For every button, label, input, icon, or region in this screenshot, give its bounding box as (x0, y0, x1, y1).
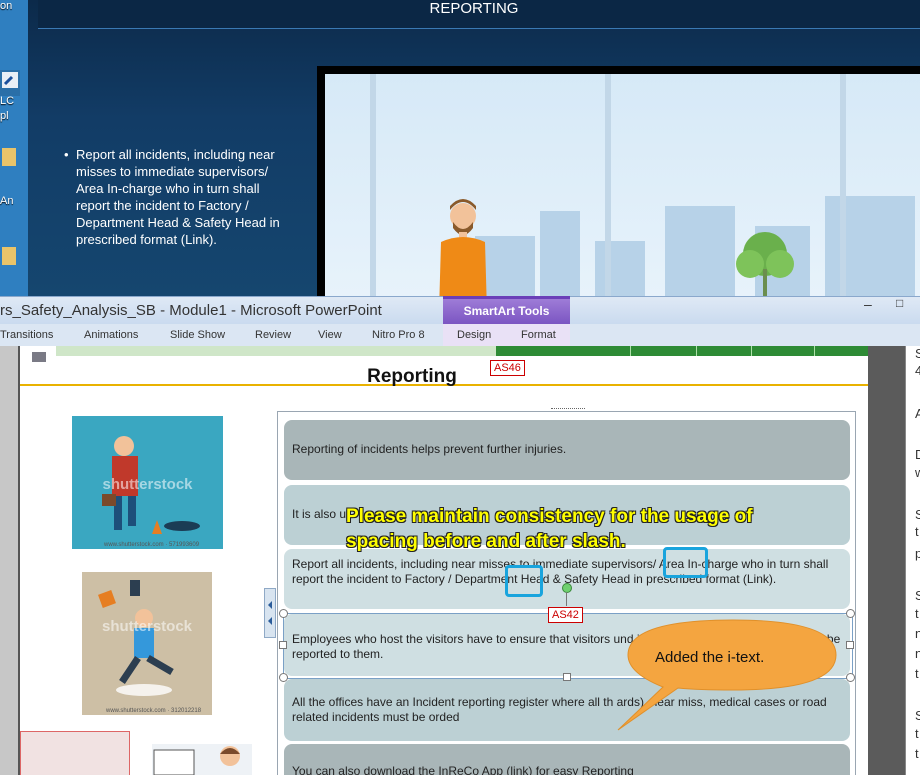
plant-illustration (736, 232, 794, 296)
notes-letter: S (915, 588, 920, 603)
notes-letter: t (915, 524, 919, 539)
desktop-label: on (0, 0, 13, 12)
notes-letter: n (915, 626, 920, 641)
resize-handle[interactable] (846, 673, 855, 682)
notes-letter: p (915, 546, 920, 561)
notes-letter: w (915, 465, 920, 480)
desktop-label: LC (0, 95, 15, 107)
minimize-button[interactable]: – (864, 296, 872, 312)
bullet-dot-icon: • (64, 147, 69, 162)
box-text: Reporting of incidents helps prevent fur… (292, 442, 567, 456)
notes-letter: D (915, 447, 920, 462)
slide-nav-bar (496, 346, 868, 356)
maximize-button[interactable]: □ (896, 296, 903, 310)
notes-letter: t (915, 746, 919, 761)
tab-view[interactable]: View (318, 329, 342, 341)
smartart-box-3[interactable]: Report all incidents, including near mis… (284, 549, 850, 609)
image-watermark: shutterstock (101, 618, 193, 635)
notes-letter: t (915, 726, 919, 741)
resize-handle[interactable] (279, 609, 288, 618)
smartart-box-1[interactable]: Reporting of incidents helps prevent fur… (284, 420, 850, 480)
notes-letter: 4 (915, 363, 920, 378)
window-title: rs_Safety_Analysis_SB - Module1 - Micros… (0, 302, 382, 319)
text-pane-toggle[interactable] (264, 588, 276, 638)
desk-illustration-image (152, 744, 252, 775)
fall-illustration-image[interactable]: shutterstock www.shutterstock.com · 3120… (82, 572, 212, 715)
tab-nitro-pro[interactable]: Nitro Pro 8 (372, 329, 425, 341)
slide-heading[interactable]: Reporting (20, 366, 804, 388)
window-controls: – □ (860, 296, 920, 318)
slide-title: REPORTING (429, 0, 519, 17)
desktop-label: pl (0, 110, 9, 122)
notes-letter: n (915, 646, 920, 661)
slide-bullet-text: Report all incidents, including near mis… (76, 147, 280, 247)
review-comment-line: spacing before and after slash. (346, 531, 626, 552)
image-watermark: shutterstock (102, 476, 193, 493)
tab-slide-show[interactable]: Slide Show (170, 329, 225, 341)
ribbon-tabs: Transitions Animations Slide Show Review… (0, 324, 920, 347)
slideshow-preview: REPORTING • Report all incidents, includ… (28, 0, 920, 296)
tab-review[interactable]: Review (255, 329, 291, 341)
callout-text: Added the i-text. (655, 649, 765, 666)
editor-gutter (868, 346, 905, 775)
rotate-handle[interactable] (562, 583, 572, 593)
notes-letter: S (915, 346, 920, 361)
folder-icon[interactable] (0, 144, 20, 170)
tab-format[interactable]: Format (521, 329, 556, 341)
smartart-box-6[interactable]: You can also download the InReCo App (li… (284, 744, 850, 775)
notes-letter: t (915, 606, 919, 621)
smartart-tools-group: SmartArt Tools (443, 296, 570, 324)
image-caption: www.shutterstock.com · 312012218 (106, 708, 202, 714)
company-logo (32, 352, 46, 362)
notes-letter: S (915, 708, 920, 723)
tab-transitions[interactable]: Transitions (0, 329, 53, 341)
desktop-edge: on LC pl An (0, 0, 28, 300)
notes-pane[interactable]: S 4 A D w S t p S t n n t S t t (905, 346, 920, 775)
review-comment-line: Please maintain consistency for the usag… (346, 506, 753, 527)
resize-handle[interactable] (563, 673, 571, 681)
tag-as42: AS42 (548, 607, 583, 623)
notes-letter: S (915, 507, 920, 522)
character-illustration (439, 199, 487, 296)
image-caption: www.shutterstock.com · 571993609 (104, 542, 200, 548)
box-text: You can also download the InReCo App (li… (292, 764, 634, 775)
tab-animations[interactable]: Animations (84, 329, 138, 341)
shortcut-icon[interactable] (0, 70, 20, 96)
resize-handle[interactable] (846, 641, 854, 649)
book-illustration-image (20, 731, 130, 775)
resize-handle[interactable] (846, 609, 855, 618)
desktop-label: An (0, 195, 14, 207)
tab-design[interactable]: Design (457, 329, 491, 341)
folder-icon[interactable] (0, 245, 20, 271)
slide-bullet: • Report all incidents, including near m… (64, 146, 286, 248)
box-text: Report all incidents, including near mis… (292, 557, 829, 586)
notes-letter: t (915, 666, 919, 681)
resize-handle[interactable] (279, 641, 287, 649)
slide-header-strip (56, 346, 496, 356)
resize-handle[interactable] (279, 673, 288, 682)
tag-as46: AS46 (490, 360, 525, 376)
slip-illustration-image[interactable]: shutterstock www.shutterstock.com · 5719… (72, 416, 223, 549)
review-comment: Please maintain consistency for the usag… (346, 504, 753, 554)
video-frame[interactable] (317, 66, 920, 296)
notes-letter: A (915, 406, 920, 421)
slide-thumbnail-pane[interactable] (0, 346, 18, 775)
speech-bubble-callout (617, 619, 837, 731)
frame-grip[interactable] (551, 408, 585, 413)
office-scene-image (325, 74, 920, 296)
highlight-box (505, 565, 543, 597)
